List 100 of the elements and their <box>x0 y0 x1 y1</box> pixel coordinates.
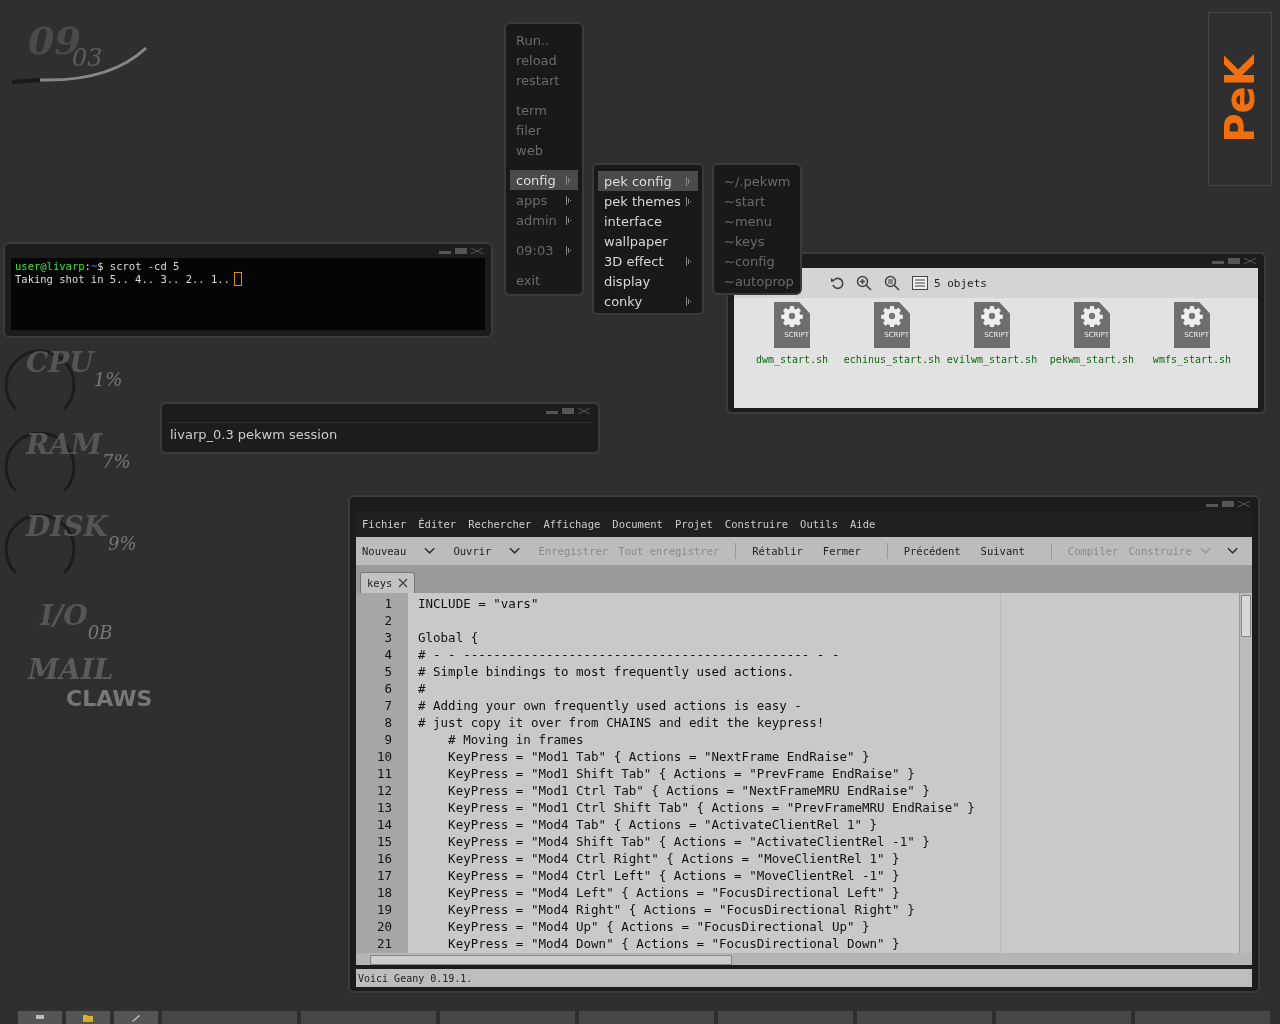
launcher-button[interactable] <box>18 1011 62 1024</box>
dropdown-caret-icon[interactable] <box>1226 547 1238 555</box>
code-line: KeyPress = "Mod4 Right" { Actions = "FocusDirectional Right" } <box>447 902 915 917</box>
code-line: KeyPress = "Mod4 Up" { Actions = "FocusDirectional Up" } <box>447 919 870 934</box>
line-number: 19 <box>375 902 393 917</box>
menu-item[interactable]: ~start <box>718 191 796 211</box>
window-buttons-icon <box>546 407 590 415</box>
launcher-button[interactable] <box>66 1011 110 1024</box>
line-number: 16 <box>375 851 393 866</box>
line-number: 3 <box>383 630 393 645</box>
code-line: # <box>418 681 426 696</box>
menu-item[interactable]: config <box>510 170 578 190</box>
toolbar-button[interactable]: Nouveau <box>360 543 419 559</box>
window-buttons-icon <box>1212 257 1256 265</box>
window-buttons-icon <box>439 247 483 255</box>
meter-reading: 9% <box>107 535 137 553</box>
logo: PeK <box>1208 12 1272 186</box>
code-line: KeyPress = "Mod4 Shift Tab" { Actions = "ActivateClientRel -1" } <box>447 834 930 849</box>
menu-item[interactable]: conky <box>598 291 698 311</box>
menu-item[interactable]: web <box>510 140 578 160</box>
code-line: KeyPress = "Mod1 Shift Tab" { Actions = "PrevFrame EndRaise" } <box>447 766 915 781</box>
line-number: 15 <box>375 834 393 849</box>
meter-reading: 1% <box>93 371 123 389</box>
line-number: 17 <box>375 868 393 883</box>
list-view-icon[interactable] <box>912 276 928 290</box>
code-line: # - - ---------------------------------------------- - - <box>418 647 840 662</box>
line-number: 4 <box>383 647 393 662</box>
code-line: KeyPress = "Mod4 Tab" { Actions = "ActivateClientRel 1" } <box>447 817 878 832</box>
menu-item[interactable]: ~menu <box>718 211 796 231</box>
line-number: 5 <box>383 664 393 679</box>
code-line: KeyPress = "Mod1 Tab" { Actions = "NextFrame EndRaise" } <box>447 749 870 764</box>
line-number: 18 <box>375 885 393 900</box>
mail-client-label: CLAWS <box>66 688 153 710</box>
menu-item[interactable]: restart <box>510 70 578 90</box>
line-number: 11 <box>375 766 393 781</box>
menu-bar-item[interactable]: Projet <box>668 518 719 530</box>
menu-item[interactable]: term <box>510 100 578 120</box>
zoom-in-icon[interactable] <box>856 275 872 291</box>
line-number: 13 <box>375 800 393 815</box>
code-line: KeyPress = "Mod4 Ctrl Right" { Actions = "MoveClientRel 1" } <box>447 851 900 866</box>
menu-item[interactable]: ~autoprop <box>718 271 796 291</box>
line-number: 6 <box>383 681 393 696</box>
menu-item[interactable]: pek themes <box>598 191 698 211</box>
menu-bar-item[interactable]: Fichier <box>356 518 413 530</box>
status-message: Voici Geany 0.19.1. <box>358 972 473 984</box>
menu-item[interactable]: ~keys <box>718 231 796 251</box>
menu-bar-item[interactable]: Aide <box>844 518 882 530</box>
toolbar-button[interactable]: Rétablir <box>750 543 815 559</box>
close-icon[interactable] <box>398 578 409 588</box>
pencil-icon <box>131 1013 141 1022</box>
code-line: INCLUDE = "vars" <box>418 596 539 611</box>
line-number: 2 <box>383 613 393 628</box>
menu-bar-item[interactable]: Éditer <box>412 518 463 530</box>
menu-item[interactable]: 09:03 <box>510 240 578 260</box>
object-count: 5 objets <box>934 276 987 290</box>
menu-bar-item[interactable]: Rechercher <box>462 518 538 530</box>
line-number: 10 <box>375 749 393 764</box>
toolbar-button[interactable]: Ouvrir <box>451 543 504 559</box>
code-line: # Moving in frames <box>447 732 584 747</box>
code-line: KeyPress = "Mod4 Ctrl Left" { Actions = "MoveClientRel -1" } <box>447 868 900 883</box>
code-line: Global { <box>418 630 479 645</box>
line-number: 9 <box>383 732 393 747</box>
toolbar-button[interactable]: Fermer <box>820 543 873 559</box>
menu-item[interactable]: 3D effect <box>598 251 698 271</box>
code-line: KeyPress = "Mod4 Down" { Actions = "FocusDirectional Down" } <box>447 936 900 951</box>
toolbar-button[interactable]: Précédent <box>901 543 973 559</box>
code-line: KeyPress = "Mod4 Left" { Actions = "FocusDirectional Left" } <box>447 885 900 900</box>
menu-item[interactable]: exit <box>510 270 578 290</box>
terminal-output: Taking shot in 5.. 4.. 3.. 2.. 1.. <box>15 273 230 285</box>
menu-item[interactable]: ~config <box>718 251 796 271</box>
document-tab[interactable]: keys <box>360 572 416 593</box>
menu-bar-item[interactable]: Outils <box>794 518 844 530</box>
toolbar-button[interactable]: Suivant <box>978 543 1037 559</box>
reload-icon[interactable] <box>830 276 844 290</box>
menu-item[interactable]: wallpaper <box>598 231 698 251</box>
zoom-fit-icon[interactable] <box>884 275 900 291</box>
meter-label: DISK <box>26 513 108 541</box>
launcher-button[interactable] <box>114 1011 158 1024</box>
menu-item[interactable]: interface <box>598 211 698 231</box>
line-number: 12 <box>375 783 393 798</box>
horizontal-scrollbar[interactable] <box>356 953 1252 965</box>
menu-item[interactable]: reload <box>510 50 578 70</box>
menu-item[interactable]: display <box>598 271 698 291</box>
menu-item[interactable]: Run.. <box>510 30 578 50</box>
menu-bar-item[interactable]: Construire <box>718 518 795 530</box>
menu-item[interactable]: filer <box>510 120 578 140</box>
code-line: # Adding your own frequently used actions is easy - <box>418 698 802 713</box>
folder-icon <box>83 1013 93 1022</box>
code-line: # just copy it over from CHAINS and edit the keypress! <box>418 715 825 730</box>
menu-item[interactable]: apps <box>510 190 578 210</box>
menu-item[interactable]: pek config <box>598 171 698 191</box>
io-reading: 0B <box>87 624 113 642</box>
menu-item[interactable]: ~/.pekwm <box>718 171 796 191</box>
meter-label: CPU <box>26 349 94 377</box>
dropdown-caret-icon[interactable] <box>509 547 521 555</box>
menu-item[interactable]: admin <box>510 210 578 230</box>
menu-bar-item[interactable]: Document <box>606 518 669 530</box>
menu-bar-item[interactable]: Affichage <box>537 518 607 530</box>
dropdown-caret-icon[interactable] <box>424 547 436 555</box>
vertical-scrollbar[interactable] <box>1239 593 1252 953</box>
